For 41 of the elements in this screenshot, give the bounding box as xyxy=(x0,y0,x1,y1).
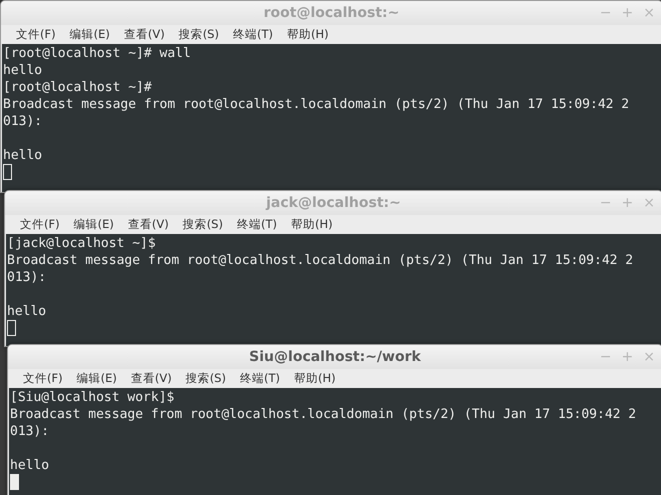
menu-item[interactable]: 查看(V) xyxy=(124,371,179,386)
cursor xyxy=(10,474,19,490)
menu-item[interactable]: 查看(V) xyxy=(116,27,172,42)
menu-item[interactable]: 终端(T) xyxy=(230,217,284,232)
terminal-line: 013): xyxy=(3,113,44,130)
terminal-line: [Siu@localhost work]$ xyxy=(10,389,176,406)
menu-item[interactable]: 编辑(E) xyxy=(62,27,117,42)
menu-item[interactable]: 终端(T) xyxy=(226,27,280,42)
menu-item[interactable]: 文件(F) xyxy=(9,27,63,42)
menu-item[interactable]: 搜索(S) xyxy=(176,217,230,232)
window-title: Siu@localhost:~/work xyxy=(249,349,421,365)
terminal-area[interactable]: [jack@localhost ~]$ Broadcast message from root@localhost.localdomain (pts/2) (Thu Jan 17 15:09:42 2 013): hello xyxy=(6,234,661,346)
terminal-line: [root@localhost ~]# wall xyxy=(3,45,192,62)
terminal-line: Broadcast message from root@localhost.localdomain (pts/2) (Thu Jan 17 15:09:42 2 xyxy=(10,406,638,423)
cursor xyxy=(7,320,16,336)
terminal-line: 013): xyxy=(10,423,50,440)
menu-item[interactable]: 文件(F) xyxy=(13,217,67,232)
terminal-line: hello xyxy=(3,62,44,79)
terminal-line: 013): xyxy=(7,269,48,286)
terminal-line: [root@localhost ~]# xyxy=(3,79,153,96)
menu-item[interactable]: 终端(T) xyxy=(232,371,287,386)
window-title: root@localhost:~ xyxy=(264,5,400,21)
terminal-line: [jack@localhost ~]$ xyxy=(7,235,157,252)
cursor xyxy=(3,164,12,180)
terminal-area[interactable]: [root@localhost ~]# wall hello [root@localhost ~]# Broadcast message from root@localhost.localdomain (pts/2) (Thu Jan 17 15:09:42 2 013): hello xyxy=(2,44,661,192)
terminal-area[interactable]: [Siu@localhost work]$ Broadcast message from root@localhost.localdomain (pts/2) (Thu Jan 17 15:09:42 2 013): hello xyxy=(9,388,661,495)
menu-item[interactable]: 帮助(H) xyxy=(286,371,343,386)
terminal-line: hello xyxy=(7,303,48,320)
window-title: jack@localhost:~ xyxy=(266,195,401,211)
menu-item[interactable]: 文件(F) xyxy=(16,371,70,386)
menu-item[interactable]: 帮助(H) xyxy=(284,217,340,232)
menu-item[interactable]: 编辑(E) xyxy=(70,371,124,386)
menu-item[interactable]: 帮助(H) xyxy=(280,27,336,42)
terminal-line: hello xyxy=(10,457,50,474)
terminal-line: hello xyxy=(3,147,44,164)
menu-item[interactable]: 查看(V) xyxy=(120,217,176,232)
menu-item[interactable]: 搜索(S) xyxy=(172,27,226,42)
terminal-line: Broadcast message from root@localhost.localdomain (pts/2) (Thu Jan 17 15:09:42 2 xyxy=(7,252,634,269)
menu-item[interactable]: 搜索(S) xyxy=(178,371,233,386)
terminal-line: Broadcast message from root@localhost.localdomain (pts/2) (Thu Jan 17 15:09:42 2 xyxy=(3,96,630,113)
menu-item[interactable]: 编辑(E) xyxy=(66,217,121,232)
